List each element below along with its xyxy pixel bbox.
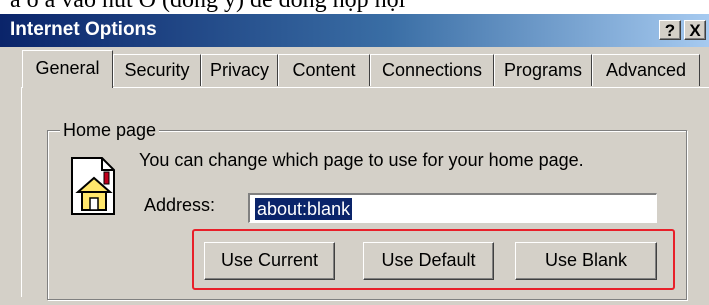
background-text-strip: à ô à vào nút O (đồng ý) để đóng hộp hội bbox=[0, 0, 709, 14]
tab-connections[interactable]: Connections bbox=[370, 54, 494, 86]
home-page-icon bbox=[71, 157, 115, 215]
tab-privacy[interactable]: Privacy bbox=[201, 54, 278, 86]
home-page-description: You can change which page to use for you… bbox=[139, 150, 584, 170]
address-label: Address: bbox=[144, 195, 216, 215]
address-value: about:blank bbox=[255, 198, 353, 220]
use-blank-button[interactable]: Use Blank bbox=[515, 242, 657, 280]
window-title: Internet Options bbox=[10, 19, 157, 40]
close-button[interactable]: X bbox=[684, 20, 706, 40]
address-input[interactable]: about:blank bbox=[248, 193, 657, 223]
tab-advanced[interactable]: Advanced bbox=[592, 54, 700, 86]
tab-security[interactable]: Security bbox=[113, 54, 201, 86]
background-text: à ô à vào nút O (đồng ý) để đóng hộp hội bbox=[10, 0, 406, 13]
tab-content[interactable]: Content bbox=[278, 54, 370, 86]
use-default-button[interactable]: Use Default bbox=[363, 242, 494, 280]
title-bar: Internet Options ? X bbox=[0, 14, 709, 47]
use-current-button[interactable]: Use Current bbox=[204, 242, 335, 280]
help-button[interactable]: ? bbox=[659, 20, 681, 40]
home-page-group-label: Home page bbox=[60, 120, 160, 141]
tab-general[interactable]: General bbox=[22, 50, 113, 88]
tab-programs[interactable]: Programs bbox=[494, 54, 592, 86]
